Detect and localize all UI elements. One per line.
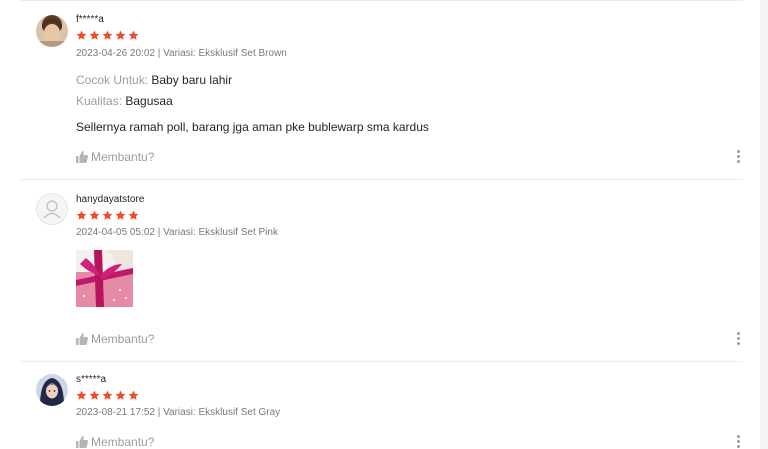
review-date-variation: 2024-04-05 05:02 | Variasi: Eksklusif Se…: [76, 227, 278, 238]
helpful-label: Membantu?: [91, 150, 155, 164]
more-vertical-icon[interactable]: [735, 435, 743, 449]
review-date-variation: 2023-08-21 17:52 | Variasi: Eksklusif Se…: [76, 407, 281, 418]
star-icon: [115, 390, 126, 400]
user-icon: [43, 200, 61, 219]
helpful-label: Membantu?: [91, 435, 155, 449]
helpful-button[interactable]: Membantu?: [76, 435, 154, 449]
star-icon: [128, 390, 139, 400]
star-icon: [102, 30, 113, 40]
thumbs-up-icon: [76, 151, 88, 163]
helpful-button[interactable]: Membantu?: [76, 332, 154, 346]
reviewer-username: s*****a: [76, 374, 107, 385]
helpful-label: Membantu?: [91, 332, 155, 346]
reviewer-username: f*****a: [76, 14, 104, 25]
helpful-button[interactable]: Membantu?: [76, 150, 154, 164]
more-vertical-icon[interactable]: [735, 332, 743, 346]
star-icon: [128, 30, 139, 40]
review-item: s*****a 2023-08-21 17:52 | Variasi: Eksk…: [20, 361, 743, 449]
more-vertical-icon[interactable]: [735, 150, 743, 164]
avatar[interactable]: [36, 374, 68, 406]
review-comment: Sellernya ramah poll, barang jga aman pk…: [76, 120, 429, 134]
attribute-value: Bagusaa: [125, 94, 173, 108]
review-date-variation: 2023-04-26 20:02 | Variasi: Eksklusif Se…: [76, 48, 287, 59]
page-scrollbar-track[interactable]: [760, 0, 768, 449]
review-item: hanydayatstore 2024-04-05 05:02 | Varias…: [20, 179, 743, 361]
star-icon: [76, 390, 87, 400]
star-icon: [115, 210, 126, 220]
reviewer-username: hanydayatstore: [76, 194, 145, 205]
product-reviews-list: f*****a 2023-04-26 20:02 | Variasi: Eksk…: [0, 0, 768, 449]
star-icon: [128, 210, 139, 220]
rating-stars: [76, 210, 139, 221]
star-icon: [115, 30, 126, 40]
thumbs-up-icon: [76, 333, 88, 345]
avatar[interactable]: [36, 193, 68, 225]
review-photo-thumbnail[interactable]: [76, 250, 133, 307]
star-icon: [102, 210, 113, 220]
star-icon: [89, 30, 100, 40]
review-attribute: Kualitas: Bagusaa: [76, 94, 173, 108]
attribute-value: Baby baru lahir: [151, 73, 233, 87]
star-icon: [76, 30, 87, 40]
star-icon: [89, 210, 100, 220]
thumbs-up-icon: [76, 436, 88, 448]
star-icon: [89, 390, 100, 400]
rating-stars: [76, 390, 139, 401]
star-icon: [76, 210, 87, 220]
attribute-label: Kualitas:: [76, 94, 123, 108]
review-item: f*****a 2023-04-26 20:02 | Variasi: Eksk…: [20, 0, 743, 179]
avatar[interactable]: [36, 15, 68, 47]
rating-stars: [76, 30, 139, 41]
attribute-label: Cocok Untuk:: [76, 73, 149, 87]
star-icon: [102, 390, 113, 400]
review-attribute: Cocok Untuk: Baby baru lahir: [76, 73, 232, 87]
